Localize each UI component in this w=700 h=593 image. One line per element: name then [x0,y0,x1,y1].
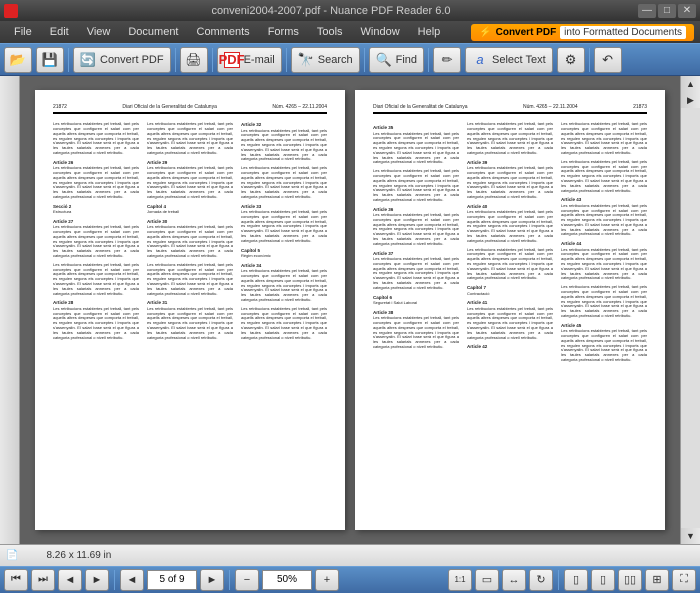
window-title: conveni2004-2007.pdf - Nuance PDF Reader… [24,5,638,17]
highlight-button[interactable]: ✏ [433,47,461,73]
email-button[interactable]: PDFE-mail [217,47,282,73]
nav-forward-end-button[interactable]: ⏭ [31,569,55,591]
cont-facing-icon: ⊞ [652,573,661,586]
page-left: 21872 Diari Oficial de la Generalitat de… [35,90,345,530]
zoom-field[interactable] [262,570,312,590]
page-left-body: Les retribucions establertes pel treball… [53,122,327,516]
page-right-body: Article 35Les retribucions establertes p… [373,122,647,516]
fit-page-icon: ▭ [482,573,492,586]
undo-icon: ↶ [600,52,616,68]
folder-icon: 📂 [10,52,26,68]
left-panel[interactable] [0,76,20,544]
fit-width-button[interactable]: ↔ [502,569,526,591]
menu-file[interactable]: File [6,23,40,41]
single-page-button[interactable]: ▯ [564,569,588,591]
rewind-icon: ⏮ [11,573,21,586]
facing-icon: ▯▯ [624,573,636,586]
document-viewport[interactable]: 21872 Diari Oficial de la Generalitat de… [20,76,680,544]
find-icon: 🔍 [376,52,392,68]
minus-icon: − [244,574,250,586]
print-icon: 🖨 [186,52,202,68]
lightning-icon: ⚡ [479,27,491,38]
menu-document[interactable]: Document [120,23,186,41]
back-icon: ◄ [65,574,76,586]
scroll-down-icon[interactable]: ▼ [681,528,700,544]
continuous-icon: ▯ [600,573,606,586]
save-icon: 💾 [42,52,58,68]
menu-edit[interactable]: Edit [42,23,77,41]
onetoone-icon: 1:1 [454,575,465,584]
rotate-button[interactable]: ↻ [529,569,553,591]
page-number-field[interactable] [147,570,197,590]
scroll-track[interactable] [681,108,700,528]
single-page-icon: ▯ [573,573,579,586]
menu-forms[interactable]: Forms [260,23,307,41]
menubar: File Edit View Document Comments Forms T… [0,21,700,42]
menu-help[interactable]: Help [410,23,449,41]
undo-button[interactable]: ↶ [594,47,622,73]
fit-page-button[interactable]: ▭ [475,569,499,591]
first-page-button[interactable]: ◄ [120,569,144,591]
fullscreen-button[interactable]: ⛶ [672,569,696,591]
actual-size-button[interactable]: 1:1 [448,569,472,591]
page-right: Diari Oficial de la Generalitat de Catal… [355,90,665,530]
convert-pdf-button[interactable]: 🔄Convert PDF [73,47,171,73]
search-button[interactable]: 🔭Search [291,47,360,73]
last-icon: ► [207,574,218,586]
scroll-right-mark-icon[interactable]: ▶ [681,92,700,108]
pdf-icon: PDF [224,52,240,68]
fit-width-icon: ↔ [509,574,520,586]
first-icon: ◄ [127,574,138,586]
find-button[interactable]: 🔍Find [369,47,424,73]
menu-view[interactable]: View [79,23,119,41]
convert-pdf-promo[interactable]: ⚡ Convert PDF into Formatted Documents [471,24,694,41]
tool-extra-button[interactable]: ⚙ [557,47,585,73]
open-button[interactable]: 📂 [4,47,32,73]
facing-button[interactable]: ▯▯ [618,569,642,591]
zoom-in-button[interactable]: + [315,569,339,591]
minimize-button[interactable]: — [638,4,656,18]
bottom-toolbar: ⏮ ⏭ ◄ ► ◄ ► − + 1:1 ▭ ↔ ↻ ▯ ▯ ▯▯ ⊞ ⛶ [0,566,700,593]
print-button[interactable]: 🖨 [180,47,208,73]
maximize-button[interactable]: □ [658,4,676,18]
page-dimensions: 8.26 x 11.69 in [46,550,111,561]
vertical-scrollbar[interactable]: ▲ ▶ ▼ [680,76,700,544]
status-icon: 📄 [6,550,18,561]
select-text-button[interactable]: aSelect Text [465,47,553,73]
history-forward-button[interactable]: ► [85,569,109,591]
convert-icon: 🔄 [80,52,96,68]
continuous-button[interactable]: ▯ [591,569,615,591]
menu-tools[interactable]: Tools [309,23,351,41]
app-icon [4,4,18,18]
rotate-icon: ↻ [536,573,545,586]
scroll-up-icon[interactable]: ▲ [681,76,700,92]
fullscreen-icon: ⛶ [680,573,688,586]
content-area: 21872 Diari Oficial de la Generalitat de… [0,76,700,544]
gear-icon: ⚙ [563,52,579,68]
menu-comments[interactable]: Comments [189,23,258,41]
last-page-button[interactable]: ► [200,569,224,591]
zoom-out-button[interactable]: − [235,569,259,591]
forward-icon: ► [92,574,103,586]
save-button[interactable]: 💾 [36,47,64,73]
plus-icon: + [324,574,330,586]
nav-rewind-button[interactable]: ⏮ [4,569,28,591]
main-toolbar: 📂 💾 🔄Convert PDF 🖨 PDFE-mail 🔭Search 🔍Fi… [0,43,700,76]
binoculars-icon: 🔭 [298,52,314,68]
text-select-icon: a [472,52,488,68]
titlebar: conveni2004-2007.pdf - Nuance PDF Reader… [0,0,700,21]
history-back-button[interactable]: ◄ [58,569,82,591]
forward-end-icon: ⏭ [38,573,48,586]
statusbar: 📄 8.26 x 11.69 in [0,544,700,565]
highlight-icon: ✏ [439,52,455,68]
close-button[interactable]: ✕ [678,4,696,18]
continuous-facing-button[interactable]: ⊞ [645,569,669,591]
menu-window[interactable]: Window [353,23,408,41]
